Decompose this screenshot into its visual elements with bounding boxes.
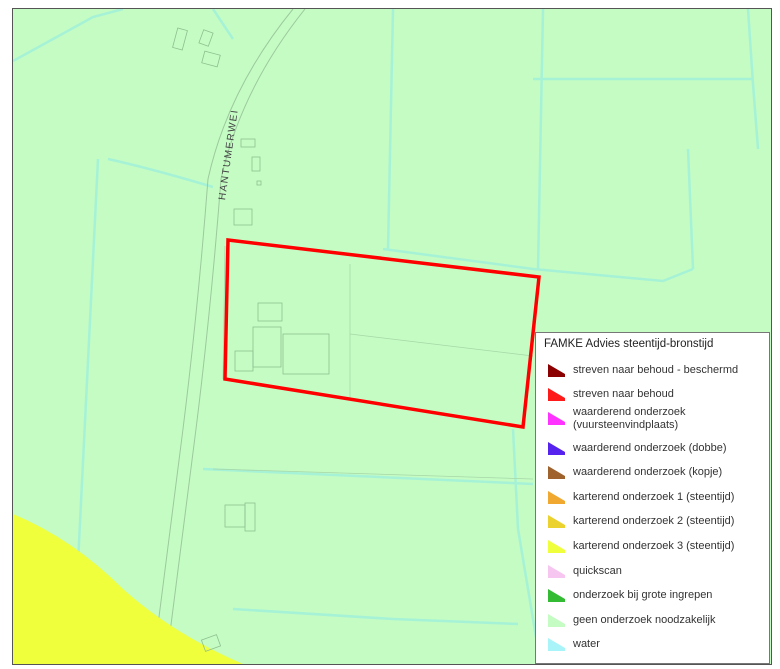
legend-swatch [548, 412, 565, 425]
building [240, 138, 256, 148]
legend-swatch [548, 364, 565, 377]
legend-label: water [573, 638, 600, 650]
ditch-east-vertical-2 [536, 9, 545, 270]
ditch-north-curve [107, 157, 214, 189]
legend-swatch [548, 638, 565, 651]
legend-label: geen onderzoek noodzakelijk [573, 614, 716, 626]
legend-swatch [548, 515, 565, 528]
building [244, 502, 256, 532]
building [201, 50, 221, 68]
legend-label: quickscan [573, 565, 622, 577]
legend-label: waarderend onderzoek (vuursteenvindplaats… [573, 406, 686, 431]
building [198, 29, 214, 47]
building [200, 634, 222, 652]
legend-label: streven naar behoud - beschermd [573, 364, 739, 376]
road-edge-east [165, 9, 306, 664]
building [233, 208, 253, 226]
legend-label: karterend onderzoek 2 (steentijd) [573, 515, 735, 527]
karterend-zone-yellow [13, 514, 243, 664]
legend-label: onderzoek bij grote ingrepen [573, 589, 713, 601]
ditch-left-inner [211, 9, 235, 40]
ditch-south-horizontal [202, 467, 534, 486]
building [172, 27, 188, 51]
legend-panel: FAMKE Advies steentijd-bronstijd streven… [535, 332, 770, 664]
parcel-lines [212, 245, 534, 480]
legend-swatch [548, 466, 565, 479]
plan-area-outline [223, 238, 541, 430]
legend-swatch [548, 540, 565, 553]
legend-swatch [548, 614, 565, 627]
building [257, 302, 283, 322]
ditch-lower [232, 607, 519, 626]
legend-label: waarderend onderzoek (kopje) [573, 466, 723, 478]
legend-swatch [548, 388, 565, 401]
building [251, 156, 261, 172]
legend-label: karterend onderzoek 3 (steentijd) [573, 540, 735, 552]
map-view[interactable]: HANTUMERWEI FAMKE Advies steentijd-brons… [12, 8, 772, 665]
building [224, 504, 246, 528]
road-edge-west [152, 9, 294, 664]
legend-label: karterend onderzoek 1 (steentijd) [573, 491, 735, 503]
legend-swatch [548, 589, 565, 602]
legend-label: waarderend onderzoek (dobbe) [573, 442, 727, 454]
building-outlines [172, 27, 330, 652]
ditch-diagonal-nw [13, 9, 124, 63]
legend-swatch [548, 442, 565, 455]
legend-label: streven naar behoud [573, 388, 674, 400]
building [282, 333, 330, 375]
ditch-right-vertical [686, 148, 695, 270]
building [234, 350, 254, 372]
building [252, 326, 282, 368]
legend-swatch [548, 491, 565, 504]
legend-swatch [548, 565, 565, 578]
legend-title: FAMKE Advies steentijd-bronstijd [544, 338, 714, 350]
ditch-east-vertical-1 [386, 9, 395, 250]
building [256, 180, 262, 186]
